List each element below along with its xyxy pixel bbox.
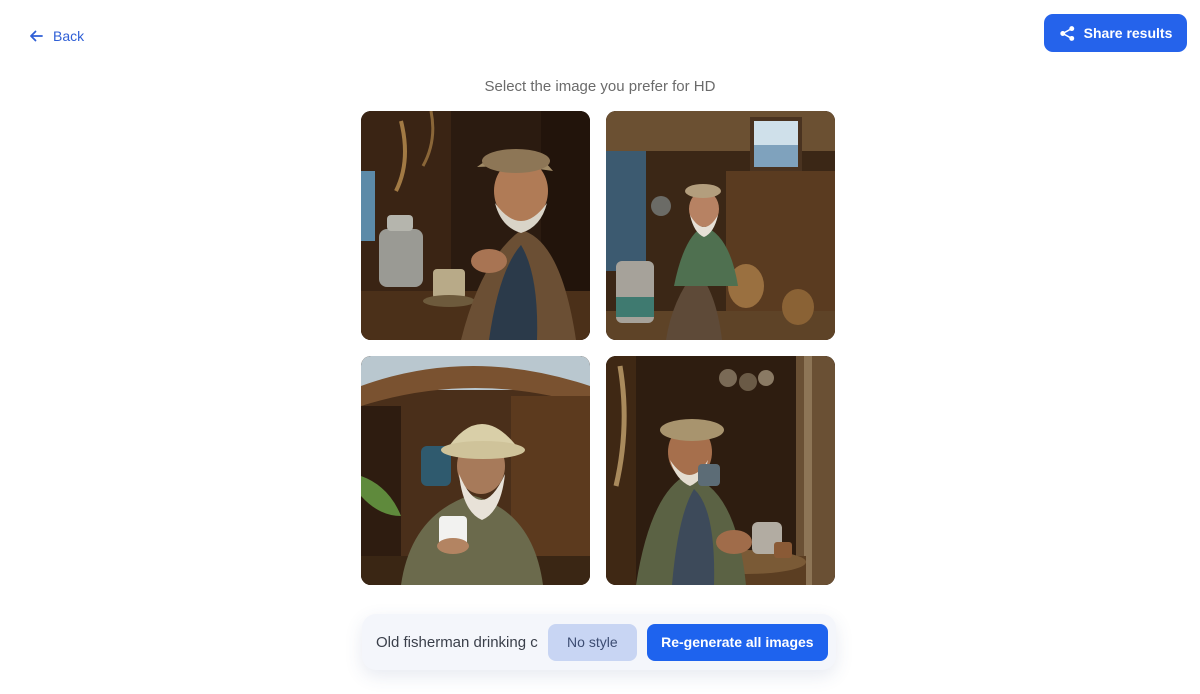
share-results-button[interactable]: Share results: [1044, 14, 1187, 52]
page: Back Share results Select the image you …: [0, 0, 1200, 694]
page-title: Select the image you prefer for HD: [484, 78, 716, 95]
fisherman-image-2[interactable]: [606, 111, 835, 340]
back-label: Back: [53, 28, 85, 44]
fisherman-image-3[interactable]: [361, 356, 590, 585]
prompt-input[interactable]: [376, 624, 538, 660]
share-results-label: Share results: [1083, 25, 1173, 41]
back-link[interactable]: Back: [28, 28, 84, 44]
arrow-left-icon: [30, 30, 43, 42]
share-icon: [1059, 25, 1074, 41]
fisherman-image-4[interactable]: [606, 356, 835, 585]
fisherman-illustration-4: [606, 356, 835, 585]
image-grid: [361, 111, 835, 585]
fisherman-illustration-3: [361, 356, 590, 585]
no-style-button[interactable]: No style: [548, 623, 637, 661]
fisherman-illustration-2: [606, 111, 835, 340]
prompt-bar: No style Re-generate all images: [362, 614, 836, 670]
regenerate-all-images-button[interactable]: Re-generate all images: [646, 623, 828, 661]
fisherman-image-1[interactable]: [361, 111, 590, 340]
fisherman-illustration-1: [361, 111, 590, 340]
